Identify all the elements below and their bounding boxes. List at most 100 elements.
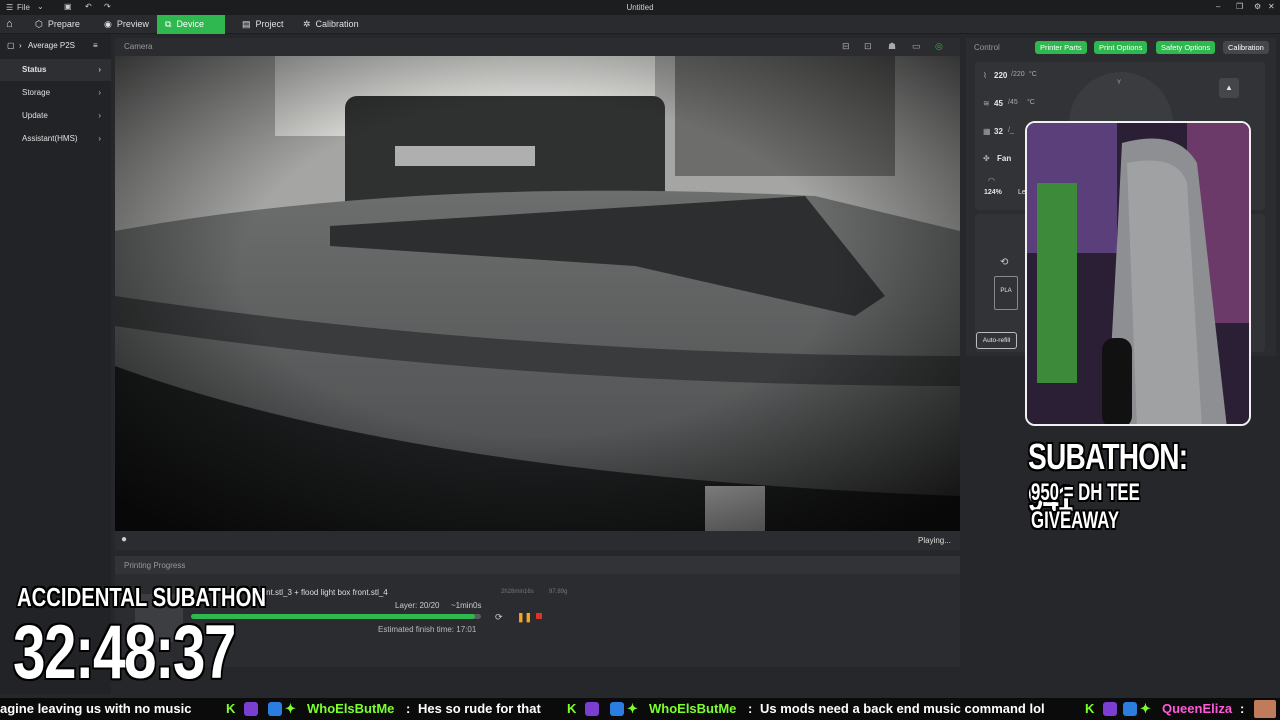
- print-file-name: ront.stl_3 + flood light box front.stl_4: [259, 588, 388, 597]
- chat-username: QueenEliza: [1162, 701, 1233, 716]
- emote-icon: [585, 702, 599, 716]
- emote-icon: [1123, 702, 1137, 716]
- bed-temp: 45: [994, 99, 1003, 108]
- refresh-icon[interactable]: ⟳: [495, 612, 503, 623]
- safety-options-button[interactable]: Safety Options: [1156, 41, 1216, 54]
- kick-badge-icon: K: [1085, 701, 1095, 716]
- filament-slot[interactable]: PLA: [994, 276, 1018, 310]
- tab-device[interactable]: ⧉ Device: [157, 15, 225, 34]
- chevron-right-icon: ›: [98, 134, 101, 143]
- chat-message: agine leaving us with no music: [0, 701, 192, 716]
- nozzle-temp: 220: [994, 71, 1008, 80]
- emote-icon: [610, 702, 624, 716]
- kick-badge-icon: K: [567, 701, 577, 716]
- nozzle-target[interactable]: /220: [1011, 71, 1025, 78]
- home-icon[interactable]: ⌂: [6, 18, 13, 30]
- record-icon[interactable]: ☗: [888, 41, 896, 52]
- pause-icon[interactable]: ❚❚: [517, 612, 532, 623]
- settings-icon[interactable]: ⚙: [1254, 2, 1261, 11]
- estimated-finish: Estimated finish time: 17:01: [378, 625, 477, 634]
- timelapse-icon[interactable]: ⊟: [842, 41, 850, 52]
- emote-icon: [244, 702, 258, 716]
- nozzle-temp-icon: ⌇: [983, 71, 987, 80]
- restore-icon[interactable]: ❐: [1236, 2, 1243, 11]
- chevron-right-icon: ›: [98, 65, 101, 74]
- sidebar-item-assistant[interactable]: Assistant(HMS) ›: [0, 128, 111, 150]
- camera-label: Camera: [124, 42, 153, 51]
- chevron-right-icon: ›: [98, 111, 101, 120]
- device-icon: ⧉: [165, 19, 172, 29]
- calibration-icon: ✲: [303, 19, 311, 29]
- kick-badge-icon: K: [226, 701, 236, 716]
- chamber-target[interactable]: /_: [1008, 127, 1014, 134]
- filament-type: PLA: [1000, 288, 1012, 294]
- chamber-temp: 32: [994, 127, 1003, 136]
- chat-separator: :: [1240, 701, 1245, 716]
- chat-username: WhoElsButMe: [649, 701, 737, 716]
- bed-temp-icon: ≋: [983, 99, 990, 108]
- giveaway-text: 950 = DH TEE GIVEAWAY: [1031, 479, 1140, 534]
- emote-icon: [1103, 702, 1117, 716]
- time-used: 2h28min16s: [501, 589, 534, 595]
- jog-y-label: Y: [1117, 80, 1122, 86]
- calibration-button[interactable]: Calibration: [1223, 41, 1269, 54]
- auto-refill-button[interactable]: Auto-refill: [976, 332, 1017, 349]
- chat-message: Hes so rude for that: [418, 701, 541, 716]
- z-up-button[interactable]: ▲: [1219, 78, 1239, 98]
- sidebar-item-storage[interactable]: Storage ›: [0, 82, 111, 104]
- print-speed[interactable]: 124%: [984, 189, 1002, 196]
- temp-unit: °C: [1027, 99, 1035, 106]
- title-bar: ☰ File ⌄ ▣ ↶ ↷ Untitled – ❐ ⚙ ✕: [0, 0, 1280, 15]
- tab-preview[interactable]: ◉ Preview: [96, 15, 157, 34]
- printer-parts-button[interactable]: Printer Parts: [1035, 41, 1087, 54]
- chat-message: Us mods need a back end music command lo…: [760, 701, 1045, 716]
- printer-selector[interactable]: ▢ › Average P2S ≡: [0, 37, 111, 55]
- tab-calibration[interactable]: ✲ Calibration: [295, 15, 367, 34]
- sidebar-item-status[interactable]: Status ›: [0, 59, 111, 81]
- fan-icon: ✤: [983, 154, 990, 163]
- emote-icon: [268, 702, 282, 716]
- project-icon: ▤: [242, 19, 251, 29]
- camera-feed-image: [115, 56, 960, 531]
- tab-prepare[interactable]: ⬡ Prepare: [27, 15, 88, 34]
- camera-feed: [115, 56, 960, 531]
- control-title: Control: [974, 43, 1000, 52]
- subathon-timer: 32:48:37: [13, 610, 236, 695]
- live-indicator-icon[interactable]: ◎: [935, 41, 943, 52]
- fan-label[interactable]: Fan: [997, 154, 1011, 163]
- camera-status: Playing...: [918, 536, 951, 545]
- list-icon[interactable]: ≡: [93, 37, 98, 55]
- print-options-button[interactable]: Print Options: [1094, 41, 1148, 54]
- speed-icon: ◠: [988, 176, 995, 185]
- chat-ticker: agine leaving us with no music K ✦ WhoEl…: [0, 698, 1280, 720]
- time-remaining: ~1min0s: [451, 601, 482, 610]
- progress-title: Printing Progress: [124, 561, 186, 570]
- sparkle-icon: ✦: [627, 701, 638, 716]
- tab-project[interactable]: ▤ Project: [234, 15, 292, 34]
- sparkle-icon: ✦: [1140, 701, 1151, 716]
- emote-icon: [1254, 700, 1276, 718]
- layer-count: Layer: 20/20: [395, 601, 440, 610]
- sidebar-item-update[interactable]: Update ›: [0, 105, 111, 127]
- bed-target[interactable]: /45: [1008, 99, 1018, 106]
- chat-separator: :: [406, 701, 411, 716]
- main-tab-bar: ⌂ ⬡ Prepare ◉ Preview ⧉ Device ▤ Project ✲ Ca…: [0, 15, 1280, 34]
- chevron-right-icon: ›: [98, 88, 101, 97]
- eye-icon: ◉: [104, 19, 112, 29]
- webcam-image: [1027, 123, 1249, 424]
- chat-separator: :: [748, 701, 753, 716]
- cube-icon: ⬡: [35, 19, 43, 29]
- video-icon[interactable]: ⊡: [864, 41, 872, 52]
- temp-unit: °C: [1029, 71, 1037, 78]
- camera-switch-icon[interactable]: ▭: [912, 41, 921, 52]
- minimize-icon[interactable]: –: [1216, 2, 1220, 11]
- camera-footer: ● Playing...: [115, 531, 960, 550]
- stop-icon[interactable]: [536, 613, 542, 619]
- streamer-webcam: [1025, 121, 1251, 426]
- chevron-right-icon: ›: [19, 41, 22, 50]
- close-icon[interactable]: ✕: [1268, 2, 1275, 11]
- filament-weight: 97.89g: [549, 589, 568, 595]
- rotate-icon[interactable]: ⟲: [1000, 257, 1008, 268]
- sparkle-icon: ✦: [285, 701, 296, 716]
- camera-settings-icon[interactable]: ●: [121, 534, 127, 545]
